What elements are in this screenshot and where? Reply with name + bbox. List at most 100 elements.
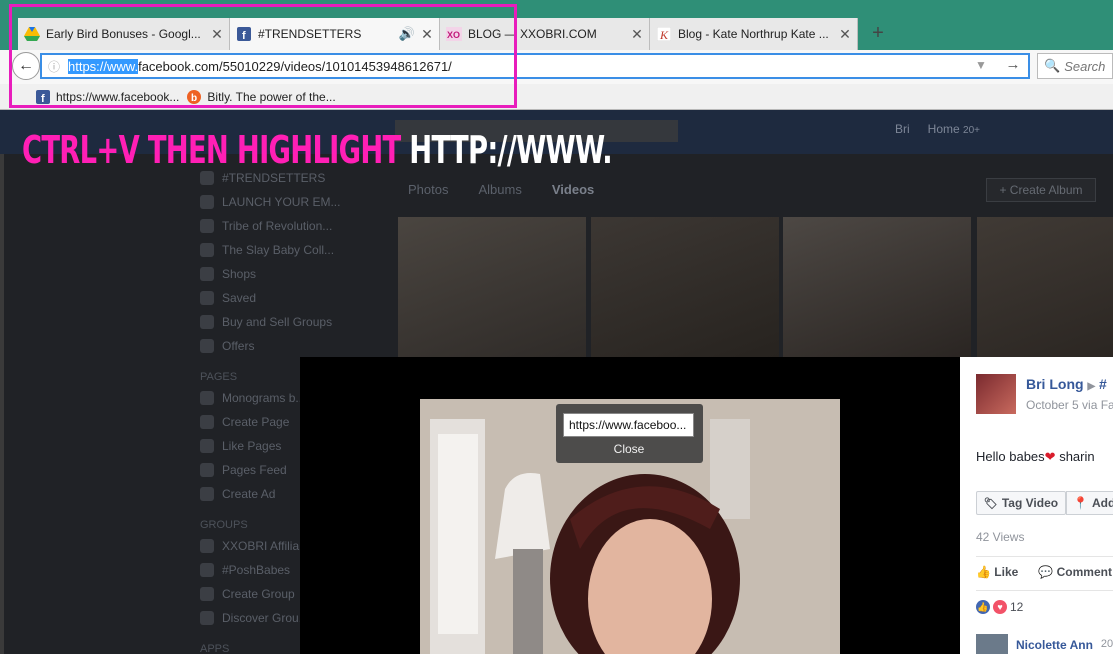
profile-link[interactable]: Bri <box>895 122 910 136</box>
tab-kate-northrup[interactable]: K Blog - Kate Northrup Kate ... ✕ <box>650 18 858 50</box>
bookmark-icon <box>200 291 214 305</box>
url-dropdown-icon[interactable]: ▼ <box>975 58 987 72</box>
tag-icon <box>200 315 214 329</box>
like-reaction-icon: 👍 <box>976 600 990 614</box>
ad-icon <box>200 487 214 501</box>
sidebar-item[interactable]: LAUNCH YOUR EM... <box>200 190 390 214</box>
url-selected-text: https://www. <box>68 58 139 74</box>
video-thumbnail[interactable] <box>398 217 586 357</box>
group-icon <box>200 563 214 577</box>
sidebar-item[interactable]: Offers <box>200 334 390 358</box>
close-tab-icon[interactable]: ✕ <box>211 26 223 43</box>
tab-early-bird-bonuses[interactable]: Early Bird Bonuses - Googl... ✕ <box>18 18 230 50</box>
sidebar-item[interactable]: Saved <box>200 286 390 310</box>
shop-icon <box>200 267 214 281</box>
bookmark-label: Bitly. The power of the... <box>207 90 336 104</box>
heart-icon: ❤ <box>1044 449 1056 464</box>
divider <box>976 590 1113 591</box>
post-text: Hello babes❤ sharin <box>976 449 1095 464</box>
search-box[interactable]: 🔍 Search <box>1037 53 1113 79</box>
comment-button[interactable]: 💬 Comment <box>1038 565 1112 579</box>
tab-xxobri-blog[interactable]: XO BLOG — XXOBRI.COM ✕ <box>440 18 650 50</box>
google-drive-icon <box>24 26 40 42</box>
video-thumbnail[interactable] <box>783 217 971 357</box>
share-url-input[interactable]: https://www.faceboo... <box>563 413 694 437</box>
back-arrow-icon: ← <box>18 57 34 74</box>
sidebar-item[interactable]: The Slay Baby Coll... <box>200 238 390 262</box>
sidebar-item[interactable]: Buy and Sell Groups <box>200 310 390 334</box>
svg-text:f: f <box>242 30 246 41</box>
group-icon <box>200 539 214 553</box>
compass-icon <box>200 611 214 625</box>
love-reaction-icon: ♥ <box>993 600 1007 614</box>
tag-video-button[interactable]: 🏷 Tag Video <box>976 491 1066 515</box>
group-icon <box>200 171 214 185</box>
tab-videos[interactable]: Videos <box>552 182 594 197</box>
reactions-summary[interactable]: 👍 ♥ 12 <box>976 600 1023 614</box>
instruction-pink: CTRL+V THEN HIGHLIGHT <box>22 128 401 172</box>
bookmark-bitly[interactable]: b Bitly. The power of the... <box>187 90 336 104</box>
new-tab-button[interactable]: + <box>866 20 890 46</box>
close-tab-icon[interactable]: ✕ <box>631 26 643 43</box>
speaker-icon[interactable]: 🔊 <box>399 26 415 42</box>
tab-trendsetters[interactable]: f #TRENDSETTERS 🔊 ✕ <box>230 18 440 50</box>
tab-photos[interactable]: Photos <box>408 182 448 197</box>
like-button[interactable]: 👍 Like <box>976 565 1018 579</box>
tab-title: #TRENDSETTERS <box>258 27 362 41</box>
bitly-icon: b <box>187 90 202 104</box>
info-icon[interactable]: ⓘ <box>48 58 68 75</box>
page-icon <box>200 415 214 429</box>
bookmark-facebook[interactable]: f https://www.facebook... <box>36 90 179 104</box>
sidebar-item[interactable]: Tribe of Revolution... <box>200 214 390 238</box>
video-thumbnail[interactable] <box>591 217 779 357</box>
url-bar[interactable]: ⓘ https://www.facebook.com/55010229/vide… <box>40 53 1030 79</box>
window-edge <box>0 110 4 654</box>
page-icon <box>200 391 214 405</box>
comment-icon: 💬 <box>1038 565 1054 579</box>
photo-tabs: Photos Albums Videos <box>408 182 594 197</box>
instruction-white: HTTP://WWW. <box>409 128 612 172</box>
svg-text:f: f <box>41 93 45 104</box>
bookmarks-bar: f https://www.facebook... b Bitly. The p… <box>0 86 1113 108</box>
avatar[interactable] <box>976 374 1016 414</box>
search-icon: 🔍 <box>1044 58 1061 73</box>
add-location-button[interactable]: 📍 Add <box>1066 491 1113 515</box>
popup-close-button[interactable]: Close <box>600 442 658 458</box>
commenter-name[interactable]: Nicolette Ann <box>1016 638 1093 654</box>
post-meta: October 5 via Fa <box>1026 398 1113 412</box>
svg-text:XO: XO <box>447 30 460 40</box>
bookmark-label: https://www.facebook... <box>56 90 180 104</box>
close-tab-icon[interactable]: ✕ <box>839 26 851 43</box>
tab-albums[interactable]: Albums <box>478 182 521 197</box>
tab-title: Early Bird Bonuses - Googl... <box>46 27 201 41</box>
sidebar-item[interactable]: Shops <box>200 262 390 286</box>
plus-icon <box>200 587 214 601</box>
group-icon <box>200 243 214 257</box>
url-rest-text: facebook.com/55010229/videos/10101453948… <box>138 58 452 74</box>
offer-icon <box>200 339 214 353</box>
back-button[interactable]: ← <box>12 52 40 80</box>
avatar[interactable] <box>976 634 1008 654</box>
tab-title: BLOG — XXOBRI.COM <box>468 27 597 41</box>
svg-text:b: b <box>191 93 197 104</box>
instruction-overlay-text: CTRL+V THEN HIGHLIGHT HTTP://WWW. <box>22 128 613 172</box>
post-author[interactable]: Bri Long ▶ # <box>1026 376 1107 392</box>
facebook-header-right: Bri Home 20+ <box>895 122 980 136</box>
xxobri-icon: XO <box>446 26 462 42</box>
group-icon <box>200 219 214 233</box>
create-album-button[interactable]: + Create Album <box>986 178 1096 202</box>
close-tab-icon[interactable]: ✕ <box>421 26 433 43</box>
go-arrow-icon[interactable]: → <box>1003 56 1023 76</box>
post-actions: 👍 Like 💬 Comment <box>976 565 1112 579</box>
tag-icon: 🏷 <box>983 497 998 510</box>
tab-title: Blog - Kate Northrup Kate ... <box>678 27 829 41</box>
home-link[interactable]: Home 20+ <box>928 122 980 136</box>
url-text: https://www.facebook.com/55010229/videos… <box>68 58 452 74</box>
svg-text:K: K <box>659 28 669 41</box>
thumbs-up-icon: 👍 <box>976 565 991 579</box>
facebook-icon: f <box>36 90 50 104</box>
page-icon <box>200 463 214 477</box>
video-thumbnail[interactable] <box>977 217 1113 357</box>
screenshot-root: Early Bird Bonuses - Googl... ✕ f #TREND… <box>0 0 1113 654</box>
location-pin-icon: 📍 <box>1073 496 1088 510</box>
